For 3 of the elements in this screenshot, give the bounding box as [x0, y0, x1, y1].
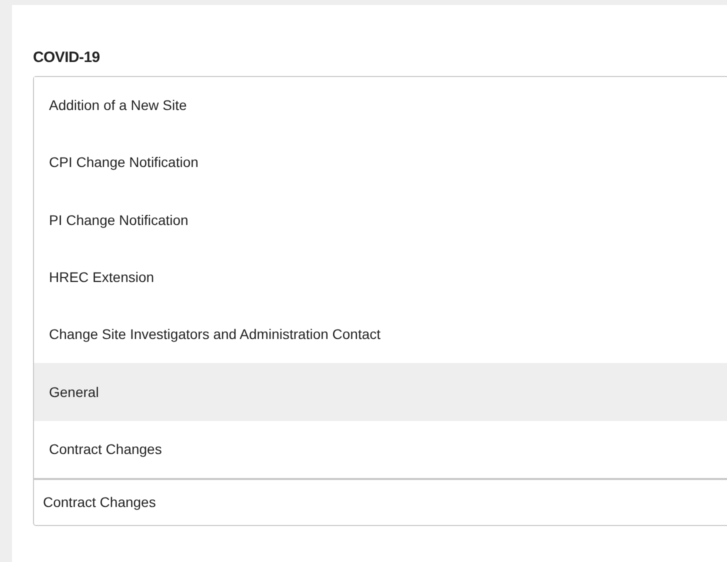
- field-label: COVID-19: [33, 48, 101, 68]
- dropdown-option[interactable]: General: [34, 363, 727, 421]
- select-field[interactable]: Contract Changes: [33, 479, 727, 526]
